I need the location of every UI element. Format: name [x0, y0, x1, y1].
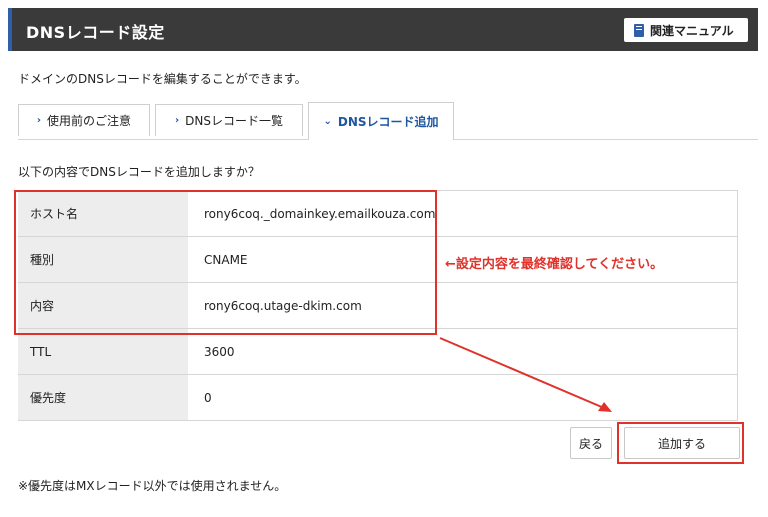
page-header: DNSレコード設定 関連マニュアル: [8, 8, 758, 51]
tab-label: 使用前のご注意: [47, 114, 132, 128]
field-key-content: 内容: [18, 282, 188, 329]
tab-label: DNSレコード一覧: [185, 114, 283, 128]
field-value-priority: 0: [188, 374, 738, 421]
table-row: 優先度 0: [18, 374, 738, 421]
field-value-content: rony6coq.utage-dkim.com: [188, 282, 738, 329]
field-value-host: rony6coq._domainkey.emailkouza.com: [188, 190, 738, 237]
chevron-down-icon: ⌄: [323, 116, 332, 127]
back-button[interactable]: 戻る: [570, 427, 612, 459]
tab-dns-record-add[interactable]: ⌄ DNSレコード追加: [308, 102, 454, 140]
tab-usage-notes[interactable]: › 使用前のご注意: [18, 104, 150, 136]
page-description: ドメインのDNSレコードを編集することができます。: [18, 72, 307, 86]
header-accent-bar: [8, 8, 12, 51]
confirm-message: 以下の内容でDNSレコードを追加しますか？: [18, 165, 260, 179]
tab-label: DNSレコード追加: [337, 115, 439, 129]
field-key-priority: 優先度: [18, 374, 188, 421]
record-confirmation-table: ホスト名 rony6coq._domainkey.emailkouza.com …: [18, 190, 738, 421]
field-value-ttl: 3600: [188, 328, 738, 375]
table-row: 内容 rony6coq.utage-dkim.com: [18, 282, 738, 329]
related-manual-button[interactable]: 関連マニュアル: [624, 18, 748, 42]
table-row: TTL 3600: [18, 328, 738, 375]
priority-note: ※優先度はMXレコード以外では使用されません。: [18, 479, 287, 493]
annotation-text: ←設定内容を最終確認してください。: [445, 257, 664, 272]
field-key-ttl: TTL: [18, 328, 188, 375]
related-manual-label: 関連マニュアル: [650, 23, 734, 38]
chevron-right-icon: ›: [36, 115, 42, 126]
tab-dns-record-list[interactable]: › DNSレコード一覧: [155, 104, 303, 136]
chevron-right-icon: ›: [175, 115, 180, 126]
book-icon: [634, 23, 644, 37]
table-row: ホスト名 rony6coq._domainkey.emailkouza.com: [18, 190, 738, 237]
tab-bar: › 使用前のご注意 › DNSレコード一覧 ⌄ DNSレコード追加: [18, 102, 758, 140]
add-record-button[interactable]: 追加する: [624, 427, 740, 459]
page-title: DNSレコード設定: [26, 23, 165, 42]
field-key-type: 種別: [18, 236, 188, 283]
field-key-host: ホスト名: [18, 190, 188, 237]
